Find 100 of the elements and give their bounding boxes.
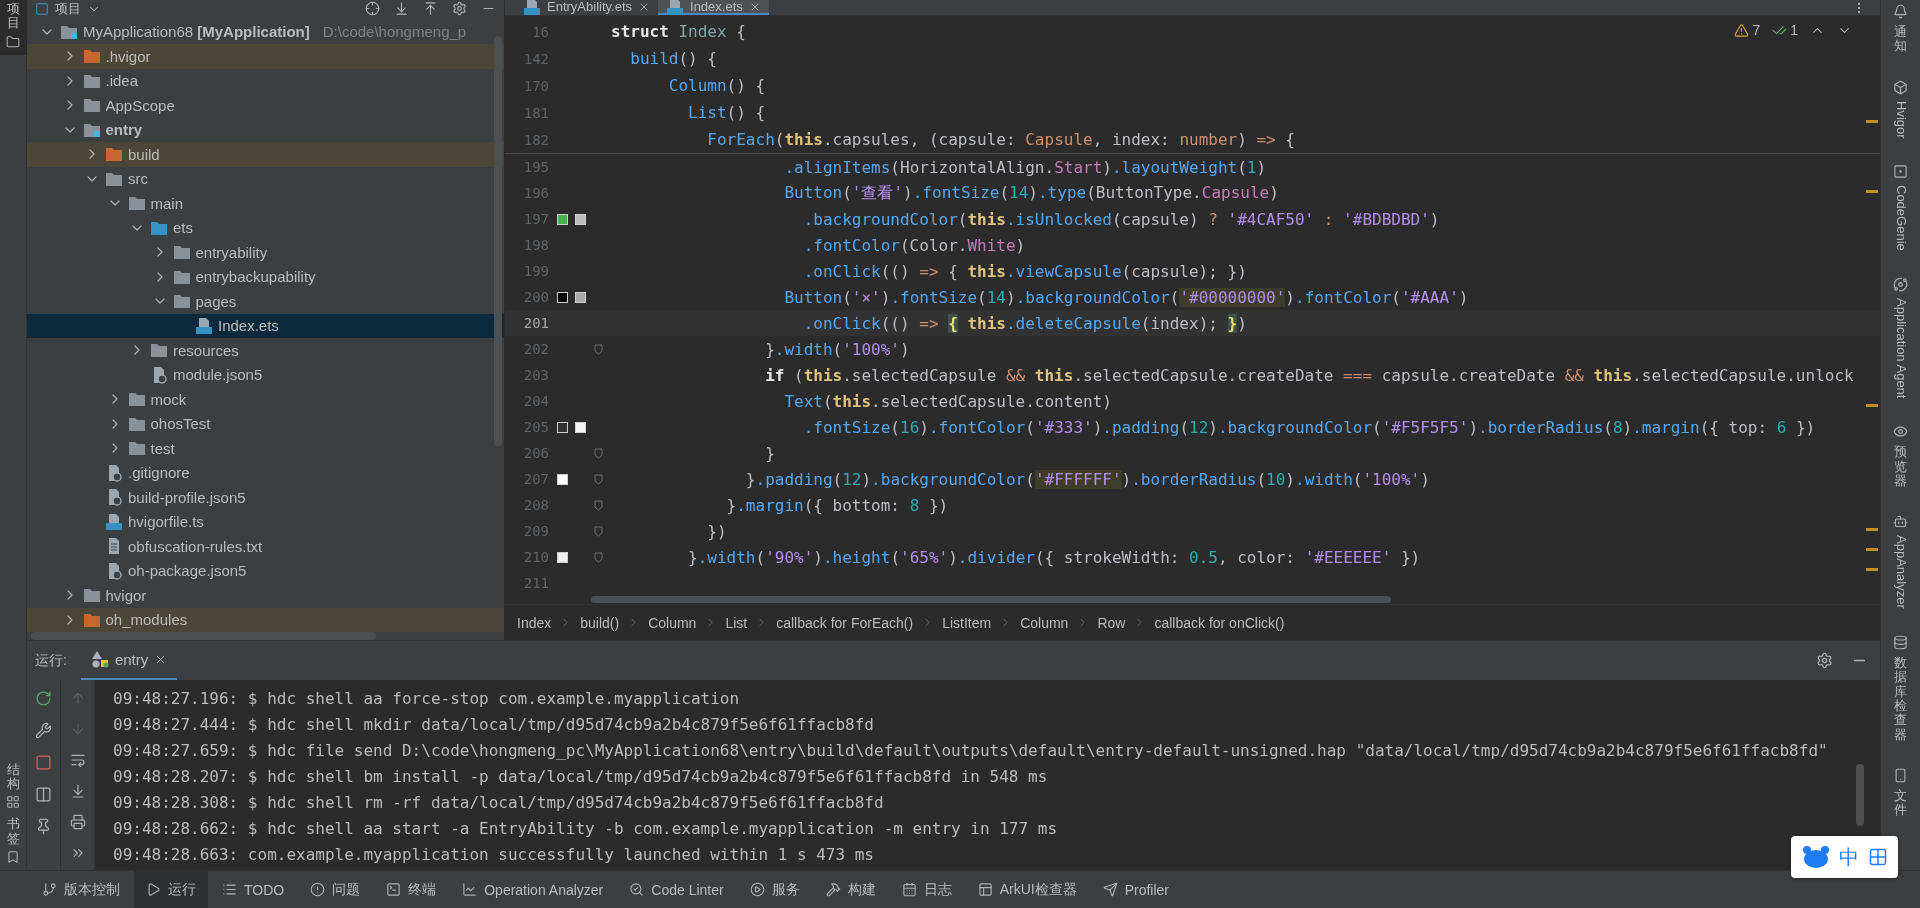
tool-window-button[interactable]: 问题 xyxy=(298,871,373,908)
folder-icon xyxy=(105,170,123,187)
wrap-icon[interactable] xyxy=(69,752,86,768)
tool-window-button[interactable]: Profiler xyxy=(1090,871,1182,908)
tree-item[interactable]: Index.ets xyxy=(27,313,504,338)
tree-item[interactable]: module.json5 xyxy=(27,362,504,387)
tree-item[interactable]: oh_modules xyxy=(27,607,504,632)
tree-item[interactable]: test xyxy=(27,436,504,461)
side-tab[interactable]: 书签 xyxy=(0,815,27,870)
tree-item[interactable]: .idea xyxy=(27,68,504,93)
code-line: Button('查看').fontSize(14).type(ButtonType.Capsule) xyxy=(783,182,1279,204)
box-icon xyxy=(1893,79,1908,95)
collapse-icon[interactable] xyxy=(423,1,438,17)
editor-tab[interactable]: EntryAbility.ets xyxy=(515,0,658,15)
settings-icon[interactable] xyxy=(452,1,467,17)
breadcrumb-item[interactable]: List xyxy=(725,614,748,631)
grid-icon[interactable] xyxy=(1867,847,1888,867)
tree-item[interactable]: resources xyxy=(27,338,504,363)
tree-item[interactable]: ohosTest xyxy=(27,411,504,436)
rerun-icon[interactable] xyxy=(35,690,52,707)
scrollbar[interactable] xyxy=(494,36,502,446)
breadcrumb-item[interactable]: callback for onClick() xyxy=(1154,614,1285,631)
pin-icon[interactable] xyxy=(35,818,52,835)
robot-icon xyxy=(1893,514,1908,530)
tree-item[interactable]: MyApplication68 [MyApplication] D:\code\hongmeng_p xyxy=(27,19,504,44)
tree-item[interactable]: src xyxy=(27,166,504,191)
tree-item[interactable]: mock xyxy=(27,387,504,412)
color-swatch[interactable] xyxy=(557,551,568,563)
branch-icon xyxy=(42,882,57,897)
tree-item[interactable]: .gitignore xyxy=(27,460,504,485)
side-tab[interactable]: 数据库检查器 xyxy=(1893,635,1908,742)
breadcrumb-item[interactable]: Index xyxy=(517,614,552,631)
print-icon[interactable] xyxy=(69,814,86,830)
tool-window-button[interactable]: 构建 xyxy=(813,871,888,908)
wrench-icon[interactable] xyxy=(35,722,52,739)
tree-item[interactable]: hvigor xyxy=(27,583,504,608)
color-swatch[interactable] xyxy=(557,421,568,433)
color-swatch[interactable] xyxy=(557,291,568,303)
side-tab[interactable]: CodeGenie xyxy=(1893,164,1908,251)
tree-item[interactable]: obfuscation-rules.txt xyxy=(27,534,504,559)
side-tab[interactable]: Hvigor xyxy=(1893,79,1908,139)
tool-window-button[interactable]: ArkUI检查器 xyxy=(965,871,1089,908)
hammer-icon xyxy=(825,882,841,897)
color-swatch[interactable] xyxy=(557,213,568,225)
input-mode[interactable]: 中 xyxy=(1838,843,1859,871)
locate-icon[interactable] xyxy=(365,1,380,17)
tree-item[interactable]: ets xyxy=(27,215,504,240)
tree-item[interactable]: entry xyxy=(27,117,504,142)
bear-icon[interactable] xyxy=(1801,845,1830,869)
scrollbar[interactable] xyxy=(591,595,1391,603)
color-swatch[interactable] xyxy=(557,473,568,485)
square-icon xyxy=(1893,164,1908,180)
scrollbar[interactable] xyxy=(1856,764,1864,826)
tool-window-button[interactable]: 服务 xyxy=(737,871,812,908)
tool-window-button[interactable]: 版本控制 xyxy=(30,871,132,908)
breadcrumb-item[interactable]: ListItem xyxy=(942,614,992,631)
database-icon xyxy=(1893,635,1908,651)
tree-item[interactable]: main xyxy=(27,191,504,216)
tree-item[interactable]: build xyxy=(27,142,504,167)
tree-item[interactable]: AppScope xyxy=(27,93,504,118)
settings-icon[interactable] xyxy=(1816,652,1833,669)
passed-indicator[interactable]: 1 xyxy=(1772,22,1798,38)
side-tab[interactable]: 预览器 xyxy=(1893,424,1908,489)
tool-window-button[interactable]: Code Linter xyxy=(617,871,736,908)
tree-item[interactable]: entryability xyxy=(27,240,504,265)
tool-window-button[interactable]: 日志 xyxy=(889,871,964,908)
breadcrumb-item[interactable]: build() xyxy=(580,614,620,631)
tree-item[interactable]: entrybackupability xyxy=(27,264,504,289)
line-number: 204 xyxy=(522,393,549,409)
paper-plane-icon xyxy=(1102,882,1118,897)
tree-item[interactable]: pages xyxy=(27,289,504,314)
side-tab[interactable]: Application Agent xyxy=(1893,276,1908,399)
folder-icon xyxy=(127,195,146,212)
tree-item[interactable]: oh-package.json5 xyxy=(27,558,504,583)
side-tab[interactable]: 文件 xyxy=(1893,767,1908,818)
tree-item[interactable]: hvigorfile.ts xyxy=(27,509,504,534)
tool-window-button[interactable]: TODO xyxy=(210,871,297,908)
tree-item[interactable]: build-profile.json5 xyxy=(27,485,504,510)
color-swatch[interactable] xyxy=(575,291,586,303)
breadcrumb-item[interactable]: Column xyxy=(1020,614,1069,631)
folder-icon xyxy=(82,48,101,65)
expand-icon[interactable] xyxy=(394,1,409,17)
color-swatch[interactable] xyxy=(575,421,586,433)
tool-window-button[interactable]: 运行 xyxy=(134,871,208,908)
side-tab[interactable]: AppAnalyzer xyxy=(1893,514,1908,610)
warnings-indicator[interactable]: 7 xyxy=(1734,22,1761,38)
tree-item[interactable]: .hvigor xyxy=(27,44,504,69)
breadcrumb-item[interactable]: callback for ForEach() xyxy=(776,614,914,631)
breadcrumb-item[interactable]: Column xyxy=(648,614,697,631)
side-tab[interactable]: 通知 xyxy=(1893,4,1908,54)
code-line: List() { xyxy=(687,103,766,122)
layout-icon[interactable] xyxy=(35,786,52,803)
side-tab[interactable]: 结构 xyxy=(0,760,27,816)
tool-window-button[interactable]: 终端 xyxy=(374,871,449,908)
editor-tab[interactable]: Index.ets xyxy=(658,0,769,15)
color-swatch[interactable] xyxy=(575,213,586,225)
breadcrumb-item[interactable]: Row xyxy=(1097,614,1126,631)
scrollbar[interactable] xyxy=(31,632,376,640)
side-tab[interactable]: 项目 xyxy=(0,0,27,55)
tool-window-button[interactable]: Operation Analyzer xyxy=(450,871,616,908)
